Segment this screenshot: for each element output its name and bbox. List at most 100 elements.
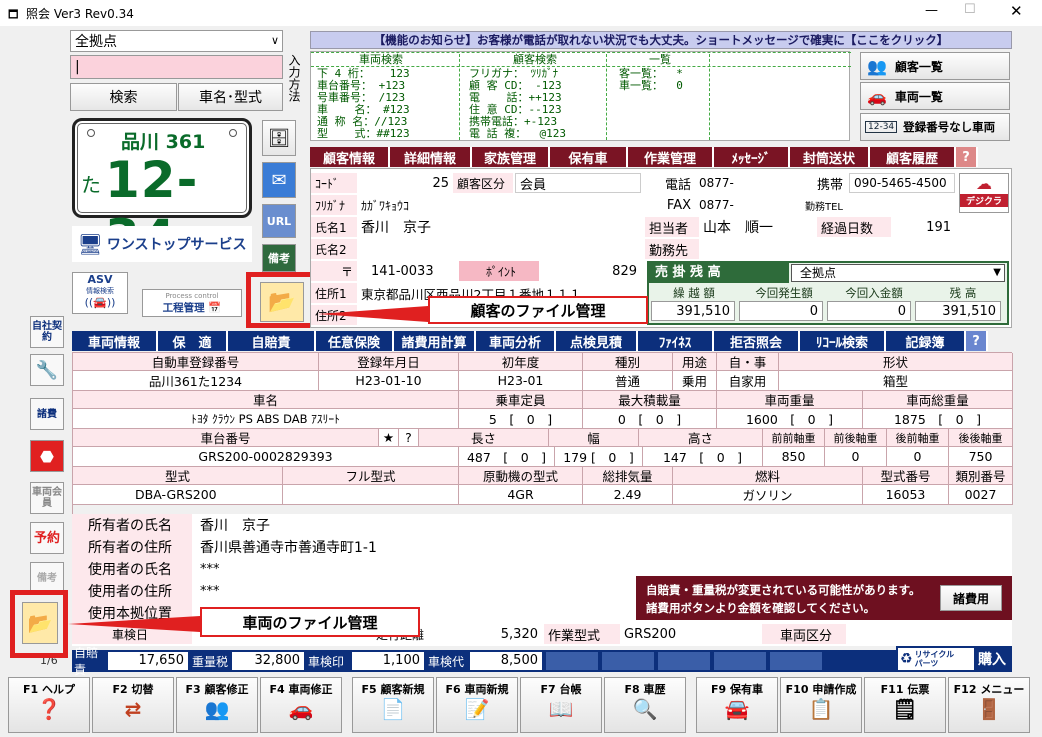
f4-edit-vehicle-button[interactable]: F4 車両修正 🚗: [260, 677, 342, 733]
work-tel-label: 勤務TEL: [791, 195, 847, 215]
tab-history[interactable]: 顧客履歴: [870, 147, 956, 167]
customer-file-button[interactable]: 📂: [260, 282, 304, 322]
rr-axle-value: 750: [949, 447, 1013, 467]
side-reservation[interactable]: 予約: [30, 522, 64, 554]
customer-list-button[interactable]: 👥 顧客一覧: [860, 52, 1010, 80]
tab-inspection[interactable]: 保 適: [158, 331, 228, 351]
mail-icon[interactable]: ✉: [262, 162, 296, 198]
receivables-branch-select[interactable]: 全拠点 ▼: [791, 264, 1005, 282]
maximize-button[interactable]: ☐: [964, 2, 976, 17]
tab-customer-info[interactable]: 顧客情報: [310, 147, 390, 167]
process-control-button[interactable]: Process control 工程管理 📅: [142, 289, 242, 317]
fuel-value: ガソリン: [673, 485, 863, 505]
f7-ledger-button[interactable]: F7 台帳 📖: [520, 677, 602, 733]
onestop-service-button[interactable]: 🖥 ワンストップサービス: [72, 226, 252, 262]
name2-label: 氏名2: [311, 239, 357, 259]
tab-work[interactable]: 作業管理: [628, 147, 714, 167]
tab-records[interactable]: 記録簿: [886, 331, 966, 351]
height-header: 高さ: [639, 429, 763, 447]
tab-refusal[interactable]: 拒否照会: [714, 331, 800, 351]
tab-vehicle-info[interactable]: 車両情報: [72, 331, 158, 351]
tab-estimate[interactable]: 点検見積: [556, 331, 638, 351]
memo-icon[interactable]: 備考: [262, 244, 296, 272]
close-button[interactable]: ✕: [1010, 2, 1023, 20]
wrench-icon[interactable]: 🔧: [30, 354, 64, 386]
staff-value: 山本 順一: [699, 217, 815, 237]
tab-finance[interactable]: ﾌｧｲﾈｽ: [638, 331, 714, 351]
costs-bar: 1/6 自賠責 17,650 重量税 32,800 車検印 1,100 車検代 …: [40, 646, 1012, 677]
f12-menu-button[interactable]: F12 メニュー 🚪: [948, 677, 1030, 733]
star-button[interactable]: ★: [379, 429, 399, 447]
tab-message[interactable]: ﾒｯｾｰｼﾞ: [714, 147, 790, 167]
f8-history-button[interactable]: F8 車歴 🔍: [604, 677, 686, 733]
tab-detail[interactable]: 詳細情報: [390, 147, 472, 167]
callout-arrow: [318, 306, 428, 322]
database-icon[interactable]: 🗄: [262, 120, 296, 156]
f10-application-button[interactable]: F10 申請作成 📋: [780, 677, 862, 733]
owner-name-value: 香川 京子: [196, 514, 696, 536]
f3-edit-customer-button[interactable]: F3 顧客修正 👥: [176, 677, 258, 733]
window-title: 照会 Ver3 Rev0.34: [26, 7, 134, 21]
cost-slot-5: [770, 652, 822, 670]
recycle-parts-button[interactable]: ♻ リサイクル パーツ 購入: [896, 646, 1012, 672]
workplace-value: [699, 239, 955, 259]
tab-envelope[interactable]: 封筒送状: [790, 147, 870, 167]
no-plate-vehicle-button[interactable]: 12-34 登録番号なし車両: [860, 113, 1010, 141]
f11-slip-button[interactable]: F11 伝票 🗒: [864, 677, 946, 733]
weight-tax-value: 32,800: [232, 652, 304, 670]
digikura-logo[interactable]: ☁ デジクラ: [959, 173, 1009, 213]
f5-new-customer-button[interactable]: F5 顧客新規 📄: [352, 677, 434, 733]
notice-banner[interactable]: 【機能のお知らせ】お客様が電話が取れない状況でも大丈夫。ショートメッセージで確実…: [310, 31, 1012, 49]
tab-analysis[interactable]: 車両分析: [476, 331, 556, 351]
side-costs[interactable]: 諸費: [30, 398, 64, 430]
search-input[interactable]: |: [70, 55, 283, 79]
input-method-label: 入力方法: [287, 54, 301, 102]
f9-owned-vehicles-button[interactable]: F9 保有車 🚘: [696, 677, 778, 733]
search-button[interactable]: 検索: [70, 83, 177, 111]
costs-button[interactable]: 諸費用: [940, 585, 1002, 611]
private-value: 自家用: [717, 371, 779, 391]
customer-type-value[interactable]: 会員: [515, 173, 641, 193]
tab-owned-vehicles[interactable]: 保有車: [550, 147, 628, 167]
side-red-icon[interactable]: ⬣: [30, 440, 64, 472]
car-type-button[interactable]: 車名･型式: [178, 83, 283, 111]
chevron-down-icon: ∨: [270, 34, 279, 47]
tab-help[interactable]: ?: [956, 147, 978, 167]
tax-alert-line1: 自賠責・重量税が変更されている可能性があります。: [646, 583, 921, 597]
f6-new-vehicle-button[interactable]: F6 車両新規 📝: [436, 677, 518, 733]
tab-jibaiseki[interactable]: 自賠責: [228, 331, 316, 351]
application-icon: 📋: [808, 697, 834, 721]
ff-axle-value: 850: [763, 447, 825, 467]
side-company-contract[interactable]: 自社契約: [30, 316, 64, 348]
asv-button[interactable]: ASV 情報検索 ((🚘)): [72, 272, 128, 314]
full-model-value: [283, 485, 459, 505]
user-address-value: ***: [196, 580, 596, 602]
tab-family[interactable]: 家族管理: [472, 147, 550, 167]
vehicle-list-button[interactable]: 🚗 車両一覧: [860, 82, 1010, 110]
tab-recall[interactable]: ﾘｺｰﾙ検索: [800, 331, 886, 351]
dropdown-icon: ▼: [993, 267, 1001, 278]
ledger-icon: 📖: [548, 697, 574, 721]
side-vehicle-member[interactable]: 車両会員: [30, 482, 64, 514]
license-plate: 品川 361 た 12-34: [72, 118, 252, 267]
people-icon: 👥: [867, 56, 887, 76]
capacity-header: 乗車定員: [459, 391, 583, 409]
tab-insurance[interactable]: 任意保険: [316, 331, 394, 351]
model-value: DBA-GRS200: [73, 485, 283, 505]
minimize-button[interactable]: —: [925, 3, 938, 18]
url-icon[interactable]: URL: [262, 204, 296, 238]
vehicle-icon: 🚗: [288, 697, 314, 721]
branch-select[interactable]: 全拠点 ∨: [70, 30, 283, 52]
switch-icon: ⇄: [124, 697, 142, 721]
tab-vehicle-help[interactable]: ?: [966, 331, 988, 351]
displacement-header: 総排気量: [583, 467, 673, 485]
tab-costs[interactable]: 諸費用計算: [394, 331, 476, 351]
f2-switch-button[interactable]: F2 切替 ⇄: [92, 677, 174, 733]
vehicle-file-button[interactable]: 📂: [22, 602, 58, 644]
length-header: 長さ: [419, 429, 549, 447]
stamp-value: 1,100: [352, 652, 424, 670]
chassis-help-button[interactable]: ?: [399, 429, 419, 447]
f1-help-button[interactable]: F1 ヘルプ ❓: [8, 677, 90, 733]
shape-header: 形状: [779, 353, 1013, 371]
full-model-header: フル型式: [283, 467, 459, 485]
